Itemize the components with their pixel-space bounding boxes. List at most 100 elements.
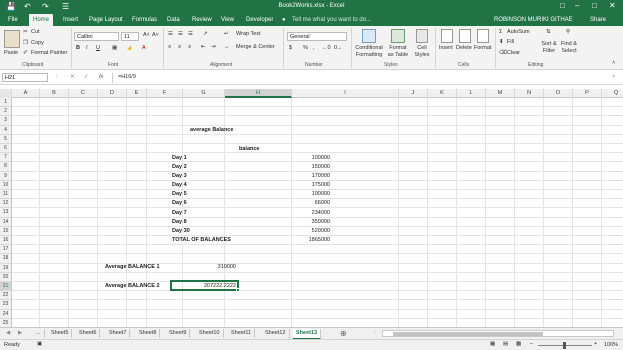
sheet-tab[interactable]: Sheet11: [228, 329, 256, 338]
font-name-select[interactable]: Calibri: [74, 32, 119, 41]
column-header-m[interactable]: M: [486, 89, 515, 98]
font-size-select[interactable]: 11: [121, 32, 139, 41]
fill-color-icon[interactable]: ◢: [127, 45, 131, 51]
font-color-icon[interactable]: A: [142, 45, 146, 51]
row-header-23[interactable]: 23: [0, 300, 12, 310]
insert-cells-icon[interactable]: [441, 29, 453, 43]
paste-icon[interactable]: [4, 30, 20, 48]
worksheet-grid[interactable]: ABCDEFGHIJKLMNOPQRS 12345678910111213141…: [0, 89, 623, 327]
tab-page-layout[interactable]: Page Layout: [89, 16, 123, 24]
row-header-6[interactable]: 6: [0, 144, 12, 154]
maximize-icon[interactable]: □: [592, 1, 597, 10]
italic-button[interactable]: I: [86, 45, 88, 51]
cell-styles-button[interactable]: Cell Styles: [412, 45, 432, 59]
column-header-c[interactable]: C: [69, 89, 98, 98]
copy-icon[interactable]: ❐: [23, 40, 28, 46]
column-header-p[interactable]: P: [573, 89, 602, 98]
cell-day-value[interactable]: 175000: [240, 181, 330, 189]
row-header-15[interactable]: 15: [0, 226, 12, 236]
find-select-icon[interactable]: ⚲: [566, 29, 570, 35]
row-header-2[interactable]: 2: [0, 107, 12, 117]
row-header-9[interactable]: 9: [0, 171, 12, 181]
autosum-icon[interactable]: Σ: [499, 29, 502, 35]
close-icon[interactable]: ✕: [609, 1, 616, 10]
page-layout-view-icon[interactable]: ▤: [503, 341, 508, 347]
fill-button[interactable]: Fill: [507, 39, 514, 45]
zoom-level[interactable]: 100%: [604, 342, 618, 348]
borders-icon[interactable]: ▦: [112, 45, 117, 51]
tab-data[interactable]: Data: [167, 16, 180, 24]
cell-total-label[interactable]: TOTAL OF BALANCES: [172, 236, 231, 244]
format-as-table-icon[interactable]: [391, 29, 405, 43]
tab-developer[interactable]: Developer: [246, 16, 273, 24]
delete-cells-button[interactable]: Delete: [456, 45, 472, 51]
autosum-button[interactable]: AutoSum: [507, 29, 530, 35]
cell-day-label[interactable]: Day 30: [172, 227, 190, 235]
format-cells-icon[interactable]: [477, 29, 489, 43]
sheet-tab[interactable]: Sheet9: [166, 329, 191, 338]
clear-icon[interactable]: ⌫: [499, 50, 507, 56]
cell-day-label[interactable]: Day 7: [172, 209, 187, 217]
row-header-10[interactable]: 10: [0, 180, 12, 190]
wrap-text-icon[interactable]: ↵: [224, 31, 229, 37]
collapse-ribbon-icon[interactable]: ˄: [612, 60, 615, 66]
bold-button[interactable]: B: [76, 45, 80, 51]
copy-button[interactable]: Copy: [31, 40, 44, 46]
increase-decimal-icon[interactable]: ←0: [322, 45, 331, 51]
decrease-indent-icon[interactable]: ⇤: [201, 44, 206, 50]
expand-formula-icon[interactable]: ˅: [612, 74, 615, 80]
macro-record-icon[interactable]: ▣: [37, 341, 42, 347]
zoom-slider[interactable]: [538, 342, 592, 349]
row-header-5[interactable]: 5: [0, 134, 12, 144]
column-header-o[interactable]: O: [544, 89, 573, 98]
tell-me-box[interactable]: Tell me what you want to do...: [292, 16, 371, 24]
cell-day-value[interactable]: 66000: [240, 199, 330, 207]
comma-icon[interactable]: ,: [313, 45, 315, 51]
page-break-view-icon[interactable]: ▩: [516, 341, 521, 347]
format-painter-button[interactable]: Format Painter: [31, 50, 67, 56]
clear-button[interactable]: Clear: [507, 50, 520, 56]
row-header-4[interactable]: 4: [0, 125, 12, 135]
find-select-button[interactable]: Find & Select: [559, 41, 579, 55]
cell-g4-title[interactable]: average Balance: [190, 126, 233, 134]
merge-icon[interactable]: ↔: [224, 44, 230, 50]
tab-file[interactable]: File: [8, 16, 18, 24]
minimize-icon[interactable]: –: [575, 1, 579, 10]
tab-home[interactable]: Home: [29, 14, 54, 26]
new-sheet-icon[interactable]: ⊕: [340, 329, 347, 338]
sheet-tab[interactable]: Sheet7: [106, 329, 131, 338]
formula-bar-options-icon[interactable]: ⋮: [54, 74, 60, 80]
row-header-13[interactable]: 13: [0, 208, 12, 218]
zoom-in-icon[interactable]: +: [594, 341, 597, 347]
row-header-8[interactable]: 8: [0, 162, 12, 172]
zoom-out-icon[interactable]: –: [530, 341, 533, 347]
insert-function-icon[interactable]: fx: [99, 74, 103, 80]
cut-button[interactable]: Cut: [31, 29, 40, 35]
align-middle-icon[interactable]: ☰: [178, 31, 183, 37]
sheet-tab-more[interactable]: ...: [33, 329, 45, 338]
align-bottom-icon[interactable]: ☰: [188, 31, 193, 37]
column-header-k[interactable]: K: [428, 89, 457, 98]
column-header-d[interactable]: D: [98, 89, 127, 98]
format-cells-button[interactable]: Format: [474, 45, 491, 51]
row-header-20[interactable]: 20: [0, 272, 12, 282]
conditional-formatting-icon[interactable]: [362, 29, 376, 43]
percent-icon[interactable]: %: [303, 45, 308, 51]
cell-day-value[interactable]: 100000: [240, 154, 330, 162]
paste-button[interactable]: Paste: [4, 50, 18, 56]
cell-day-value[interactable]: 150000: [240, 163, 330, 171]
cell-day-value[interactable]: 520000: [240, 227, 330, 235]
row-header-21[interactable]: 21: [0, 282, 12, 292]
row-header-16[interactable]: 16: [0, 236, 12, 246]
cell-day-label[interactable]: Day 8: [172, 218, 187, 226]
tab-review[interactable]: Review: [192, 16, 212, 24]
column-header-e[interactable]: E: [127, 89, 147, 98]
cell-avg1-label[interactable]: Average BALANCE 1: [105, 263, 160, 271]
align-top-icon[interactable]: ☰: [168, 31, 173, 37]
sort-filter-button[interactable]: Sort & Filter: [540, 41, 558, 55]
underline-button[interactable]: U: [96, 45, 100, 51]
row-header-18[interactable]: 18: [0, 254, 12, 264]
cell-day-value[interactable]: 100000: [240, 190, 330, 198]
orientation-icon[interactable]: ↗: [203, 31, 208, 37]
cell-styles-icon[interactable]: [416, 29, 428, 43]
